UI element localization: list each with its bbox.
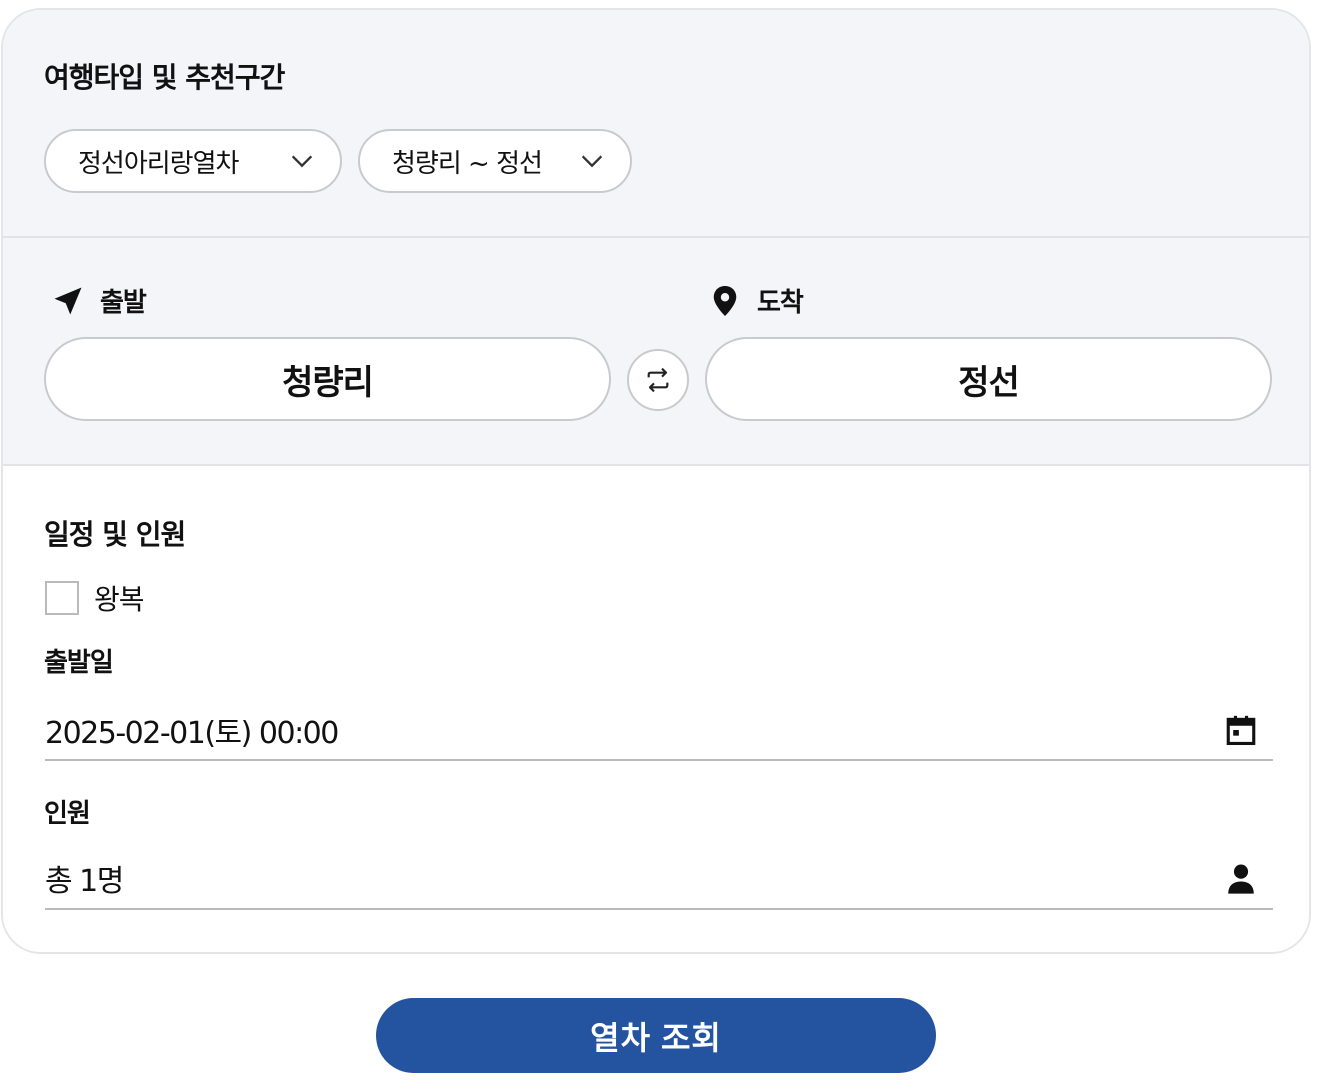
passengers-label: 인원 [44,799,91,829]
departure-label-text: 출발 [100,288,147,318]
arrival-station-button[interactable]: 정선 [705,337,1272,421]
train-type-select[interactable]: 정선아리랑열차 [44,129,342,193]
swap-arrows-icon [647,367,669,393]
section-select[interactable]: 청량리 ~ 정선 [358,129,632,193]
passengers-field[interactable]: 총 1명 [45,848,1273,910]
departure-date-value: 2025-02-01(토) 00:00 [45,716,339,751]
swap-stations-button[interactable] [627,349,689,411]
chevron-down-icon [291,155,313,168]
search-trains-button[interactable]: 열차 조회 [376,998,936,1073]
schedule-title: 일정 및 인원 [44,518,186,551]
departure-station-name: 청량리 [282,362,374,403]
calendar-icon [1226,715,1256,746]
arrival-station-name: 정선 [958,362,1020,403]
roundtrip-checkbox[interactable] [45,581,79,615]
passengers-value: 총 1명 [45,864,124,899]
train-type-value: 정선아리랑열차 [78,148,239,179]
navigation-arrow-icon [54,287,82,314]
arrival-label-text: 도착 [757,288,804,318]
section-value: 청량리 ~ 정선 [392,148,543,179]
roundtrip-label: 왕복 [94,583,145,616]
departure-label: 출발 [50,282,147,319]
arrival-label: 도착 [707,282,804,319]
person-icon [1228,864,1254,894]
map-pin-icon [713,285,737,316]
ticket-search-card: 여행타입 및 추천구간 정선아리랑열차 청량리 ~ 정선 출발 도착 청량리 정… [1,8,1311,954]
travel-type-title: 여행타입 및 추천구간 [44,61,285,94]
chevron-down-icon [581,155,603,168]
departure-station-button[interactable]: 청량리 [44,337,611,421]
departure-date-field[interactable]: 2025-02-01(토) 00:00 [45,701,1273,761]
departure-date-label: 출발일 [44,648,114,678]
travel-type-section: 여행타입 및 추천구간 정선아리랑열차 청량리 ~ 정선 [3,10,1309,238]
